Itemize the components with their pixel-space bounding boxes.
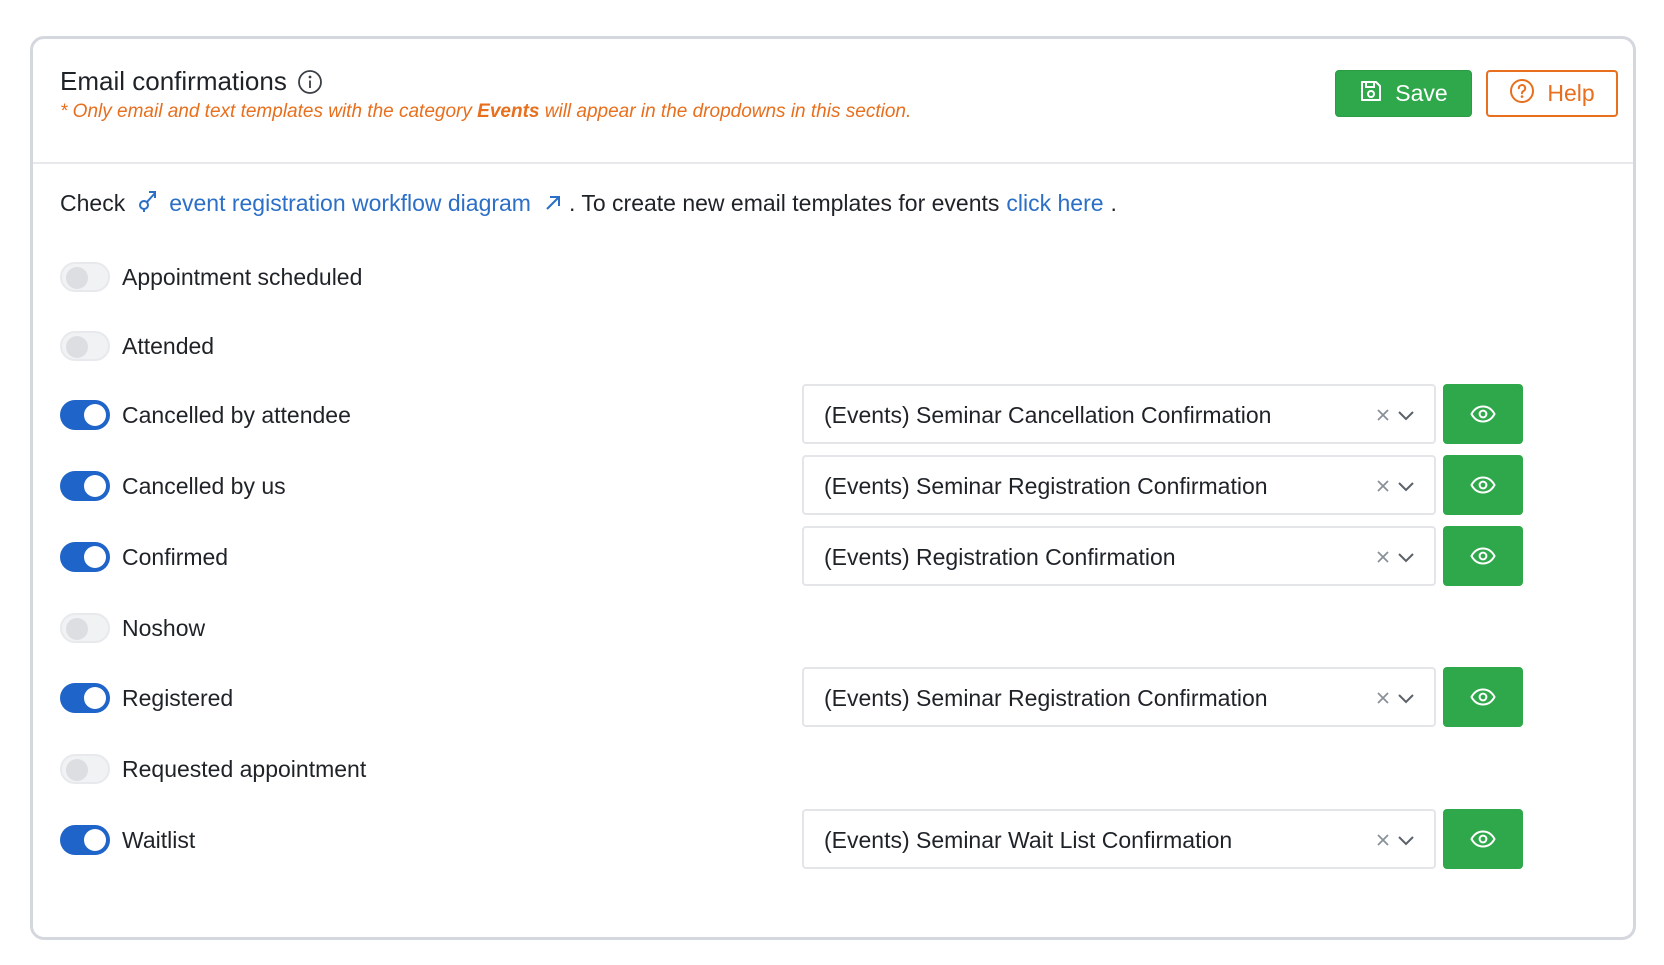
- clear-x-icon[interactable]: [1375, 690, 1391, 706]
- preview-template-button[interactable]: [1443, 455, 1523, 515]
- help-label: Help: [1547, 80, 1595, 106]
- template-select-value: (Events) Seminar Wait List Confirmation: [824, 827, 1233, 853]
- status-toggle[interactable]: [60, 542, 110, 572]
- chevron-down-icon[interactable]: [1396, 477, 1416, 495]
- save-button[interactable]: Save: [1335, 70, 1472, 117]
- chevron-down-icon[interactable]: [1396, 548, 1416, 566]
- preview-template-button[interactable]: [1443, 809, 1523, 869]
- eye-icon: [1470, 830, 1496, 848]
- status-label: Requested appointment: [122, 756, 367, 782]
- template-select[interactable]: (Events) Registration Confirmation: [802, 526, 1436, 586]
- floppy-disk-icon: [1359, 79, 1383, 109]
- preview-template-button[interactable]: [1443, 526, 1523, 586]
- status-row: Cancelled by us (Events) Seminar Registr…: [60, 455, 1618, 517]
- save-label: Save: [1395, 80, 1448, 106]
- intro-line: Check event registration workflow diagra…: [60, 187, 1117, 219]
- status-row: Appointment scheduled: [60, 246, 1618, 308]
- status-row: Attended: [60, 315, 1618, 377]
- clear-x-icon[interactable]: [1375, 549, 1391, 565]
- clear-x-icon[interactable]: [1375, 832, 1391, 848]
- chevron-down-icon[interactable]: [1396, 831, 1416, 849]
- status-toggle[interactable]: [60, 262, 110, 292]
- intro-middle-text: . To create new email templates for even…: [568, 189, 1000, 216]
- info-icon[interactable]: [297, 69, 323, 95]
- clear-x-icon[interactable]: [1375, 478, 1391, 494]
- status-row: Registered (Events) Seminar Registration…: [60, 667, 1618, 729]
- template-select-value: (Events) Seminar Cancellation Confirmati…: [824, 402, 1272, 428]
- toggle-knob: [84, 475, 106, 497]
- status-toggle[interactable]: [60, 400, 110, 430]
- toggle-knob: [84, 687, 106, 709]
- template-select-value: (Events) Seminar Registration Confirmati…: [824, 473, 1268, 499]
- status-toggle[interactable]: [60, 471, 110, 501]
- status-label: Appointment scheduled: [122, 264, 363, 290]
- template-select[interactable]: (Events) Seminar Registration Confirmati…: [802, 667, 1436, 727]
- check-text: Check: [60, 189, 126, 216]
- clear-x-icon[interactable]: [1375, 407, 1391, 423]
- title-row: Email confirmations: [60, 66, 323, 97]
- status-label: Cancelled by attendee: [122, 402, 351, 428]
- eye-icon: [1470, 547, 1496, 565]
- status-row: Requested appointment: [60, 738, 1618, 800]
- template-select[interactable]: (Events) Seminar Wait List Confirmation: [802, 809, 1436, 869]
- page-title: Email confirmations: [60, 66, 287, 96]
- question-circle-icon: [1509, 78, 1535, 110]
- toggle-knob: [84, 404, 106, 426]
- status-label: Attended: [122, 333, 215, 359]
- status-row: Waitlist (Events) Seminar Wait List Conf…: [60, 809, 1618, 871]
- toggle-knob: [66, 267, 88, 289]
- status-label: Waitlist: [122, 827, 196, 853]
- category-note: * Only email and text templates with the…: [60, 101, 911, 123]
- eye-icon: [1470, 476, 1496, 494]
- workflow-diagram-link[interactable]: event registration workflow diagram: [169, 190, 531, 217]
- status-label: Cancelled by us: [122, 473, 286, 499]
- status-row: Noshow: [60, 597, 1618, 659]
- toggle-knob: [66, 336, 88, 358]
- status-label: Registered: [122, 685, 234, 711]
- card-header: Email confirmations * Only email and tex…: [33, 39, 1633, 164]
- eye-icon: [1470, 688, 1496, 706]
- template-select-value: (Events) Seminar Registration Confirmati…: [824, 685, 1268, 711]
- note-category: Events: [477, 101, 540, 122]
- template-select[interactable]: (Events) Seminar Cancellation Confirmati…: [802, 384, 1436, 444]
- create-template-link[interactable]: click here: [1006, 190, 1103, 217]
- status-label: Noshow: [122, 615, 206, 641]
- toggle-knob: [66, 759, 88, 781]
- intro-end-text: .: [1110, 189, 1117, 216]
- status-toggle[interactable]: [60, 825, 110, 855]
- note-prefix: * Only email and text templates with the…: [60, 101, 478, 122]
- external-link-icon[interactable]: [543, 193, 563, 213]
- status-toggle[interactable]: [60, 754, 110, 784]
- note-suffix: will appear in the dropdowns in this sec…: [539, 101, 912, 122]
- eye-icon: [1470, 405, 1496, 423]
- email-confirmations-card: Email confirmations * Only email and tex…: [30, 36, 1636, 940]
- preview-template-button[interactable]: [1443, 667, 1523, 727]
- preview-template-button[interactable]: [1443, 384, 1523, 444]
- status-row: Cancelled by attendee (Events) Seminar C…: [60, 384, 1618, 446]
- chevron-down-icon[interactable]: [1396, 406, 1416, 424]
- toggle-knob: [66, 618, 88, 640]
- toggle-knob: [84, 829, 106, 851]
- status-label: Confirmed: [122, 544, 229, 570]
- help-button[interactable]: Help: [1486, 70, 1618, 117]
- status-row: Confirmed (Events) Registration Confirma…: [60, 526, 1618, 588]
- template-select-value: (Events) Registration Confirmation: [824, 544, 1176, 570]
- status-toggle[interactable]: [60, 683, 110, 713]
- template-select[interactable]: (Events) Seminar Registration Confirmati…: [802, 455, 1436, 515]
- chevron-down-icon[interactable]: [1396, 689, 1416, 707]
- status-toggle[interactable]: [60, 331, 110, 361]
- status-toggle[interactable]: [60, 613, 110, 643]
- workflow-icon: [137, 187, 159, 219]
- toggle-knob: [84, 546, 106, 568]
